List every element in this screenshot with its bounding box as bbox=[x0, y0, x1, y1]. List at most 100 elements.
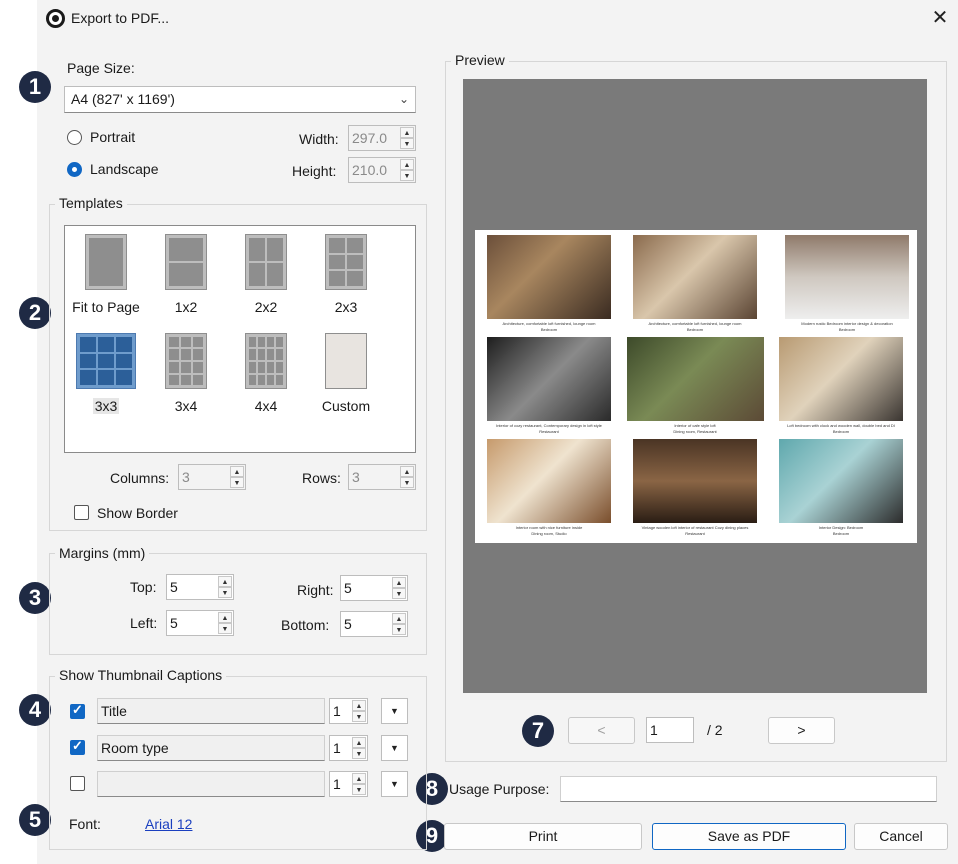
preview-caption: Modern rustic Bedroom interior design & … bbox=[801, 321, 893, 326]
page-size-select[interactable]: A4 (827' x 1169') ⌄ bbox=[64, 86, 416, 113]
template-label: 1x2 bbox=[174, 299, 198, 315]
margin-top-stepper[interactable]: 5 ▲ ▼ bbox=[166, 574, 234, 600]
preview-photo bbox=[487, 439, 611, 523]
height-stepper[interactable]: 210.0 ▲ ▼ bbox=[348, 157, 416, 183]
spin-up-icon[interactable]: ▲ bbox=[218, 576, 232, 587]
template-custom[interactable]: Custom bbox=[310, 333, 382, 414]
caption-3-checkbox[interactable] bbox=[70, 776, 85, 791]
template-fit-to-page[interactable]: Fit to Page bbox=[70, 234, 142, 315]
preview-caption: Architecture, comfortable loft furnished… bbox=[648, 321, 742, 326]
spin-down-icon[interactable]: ▼ bbox=[218, 587, 232, 598]
font-link[interactable]: Arial 12 bbox=[145, 816, 192, 832]
caption-2-checkbox[interactable] bbox=[70, 738, 85, 755]
template-thumbnail bbox=[76, 333, 136, 389]
caption-1-size-stepper[interactable]: 1 ▲ ▼ bbox=[329, 698, 368, 724]
template-thumbnail bbox=[85, 234, 127, 290]
caption-1-dropdown-icon[interactable]: ▼ bbox=[381, 698, 408, 724]
spin-down-icon[interactable]: ▼ bbox=[230, 477, 244, 488]
spin-down-icon[interactable]: ▼ bbox=[392, 588, 406, 599]
preview-caption: Interior Design: Bedroom bbox=[818, 525, 864, 530]
close-icon[interactable]: ✕ bbox=[926, 4, 954, 32]
preview-caption: Vintage wooden loft interior of restaura… bbox=[641, 525, 749, 530]
show-border-checkbox[interactable] bbox=[74, 505, 89, 520]
preview-photo bbox=[779, 337, 903, 421]
margin-bottom-stepper[interactable]: 5 ▲ ▼ bbox=[340, 611, 408, 637]
margin-bottom-value: 5 bbox=[344, 616, 352, 632]
spin-up-icon[interactable]: ▲ bbox=[400, 159, 414, 170]
app-logo-icon bbox=[46, 9, 65, 28]
caption-3-size-stepper[interactable]: 1 ▲ ▼ bbox=[329, 771, 368, 797]
chevron-down-icon: ⌄ bbox=[398, 92, 409, 106]
captions-legend: Show Thumbnail Captions bbox=[55, 667, 227, 683]
spin-down-icon[interactable]: ▼ bbox=[400, 170, 414, 181]
preview-caption-type: Bedroom bbox=[540, 327, 558, 332]
print-button[interactable]: Print bbox=[444, 823, 642, 850]
caption-1-field[interactable]: Title bbox=[97, 698, 325, 724]
width-stepper[interactable]: 297.0 ▲ ▼ bbox=[348, 125, 416, 151]
usage-purpose-input[interactable] bbox=[560, 776, 937, 802]
spin-up-icon[interactable]: ▲ bbox=[352, 773, 366, 784]
preview-caption-type: Bedroom bbox=[832, 429, 850, 434]
landscape-radio[interactable] bbox=[67, 162, 82, 177]
cancel-button[interactable]: Cancel bbox=[854, 823, 948, 850]
spin-up-icon[interactable]: ▲ bbox=[218, 612, 232, 623]
caption-1-checkbox[interactable] bbox=[70, 702, 85, 719]
margin-bottom-label: Bottom: bbox=[281, 617, 330, 633]
page-number-input[interactable]: 1 bbox=[646, 717, 694, 743]
preview-caption-type: Dining room, Restaurant bbox=[673, 429, 717, 434]
landscape-label: Landscape bbox=[90, 161, 159, 177]
caption-2-size-stepper[interactable]: 1 ▲ ▼ bbox=[329, 735, 368, 761]
template-2x2[interactable]: 2x2 bbox=[230, 234, 302, 315]
preview-caption: Architecture, comfortable loft furnished… bbox=[502, 321, 596, 326]
prev-page-button[interactable]: < bbox=[568, 717, 635, 744]
template-thumbnail bbox=[165, 333, 207, 389]
next-page-button[interactable]: > bbox=[768, 717, 835, 744]
usage-purpose-label: Usage Purpose: bbox=[449, 781, 550, 797]
margin-left-stepper[interactable]: 5 ▲ ▼ bbox=[166, 610, 234, 636]
page-size-label: Page Size: bbox=[67, 60, 135, 76]
font-label: Font: bbox=[69, 816, 101, 832]
template-3x3[interactable]: 3x3 bbox=[70, 333, 142, 414]
portrait-label: Portrait bbox=[90, 129, 136, 145]
preview-caption: Loft bedroom with clock and wooden wall,… bbox=[787, 423, 895, 428]
margin-right-stepper[interactable]: 5 ▲ ▼ bbox=[340, 575, 408, 601]
caption-3-dropdown-icon[interactable]: ▼ bbox=[381, 771, 408, 797]
template-4x4[interactable]: 4x4 bbox=[230, 333, 302, 414]
caption-3-field[interactable] bbox=[97, 771, 325, 797]
template-1x2[interactable]: 1x2 bbox=[150, 234, 222, 315]
preview-caption-type: Bedroom bbox=[686, 327, 704, 332]
spin-down-icon[interactable]: ▼ bbox=[392, 624, 406, 635]
save-as-pdf-button[interactable]: Save as PDF bbox=[652, 823, 846, 850]
spin-down-icon[interactable]: ▼ bbox=[400, 138, 414, 149]
margin-left-value: 5 bbox=[170, 615, 178, 631]
template-2x3[interactable]: 2x3 bbox=[310, 234, 382, 315]
marker-1: 1 bbox=[19, 71, 51, 103]
caption-2-size-value: 1 bbox=[333, 740, 341, 756]
preview-photo bbox=[633, 439, 757, 523]
marker-4: 4 bbox=[19, 694, 51, 726]
spin-up-icon[interactable]: ▲ bbox=[230, 466, 244, 477]
spin-up-icon[interactable]: ▲ bbox=[392, 613, 406, 624]
template-3x4[interactable]: 3x4 bbox=[150, 333, 222, 414]
spin-up-icon[interactable]: ▲ bbox=[352, 737, 366, 748]
caption-2-dropdown-icon[interactable]: ▼ bbox=[381, 735, 408, 761]
rows-stepper[interactable]: 3 ▲ ▼ bbox=[348, 464, 416, 490]
columns-stepper[interactable]: 3 ▲ ▼ bbox=[178, 464, 246, 490]
preview-photo bbox=[487, 337, 611, 421]
spin-down-icon[interactable]: ▼ bbox=[218, 623, 232, 634]
portrait-radio[interactable] bbox=[67, 130, 82, 145]
spin-down-icon[interactable]: ▼ bbox=[352, 711, 366, 722]
spin-up-icon[interactable]: ▲ bbox=[400, 466, 414, 477]
spin-up-icon[interactable]: ▲ bbox=[392, 577, 406, 588]
spin-down-icon[interactable]: ▼ bbox=[400, 477, 414, 488]
caption-2-field[interactable]: Room type bbox=[97, 735, 325, 761]
preview-photo bbox=[627, 337, 764, 421]
columns-label: Columns: bbox=[110, 470, 170, 486]
margin-top-value: 5 bbox=[170, 579, 178, 595]
preview-caption-type: Bedroom bbox=[832, 531, 850, 536]
spin-down-icon[interactable]: ▼ bbox=[352, 784, 366, 795]
spin-up-icon[interactable]: ▲ bbox=[400, 127, 414, 138]
page-size-value: A4 (827' x 1169') bbox=[71, 91, 175, 107]
spin-down-icon[interactable]: ▼ bbox=[352, 748, 366, 759]
spin-up-icon[interactable]: ▲ bbox=[352, 700, 366, 711]
